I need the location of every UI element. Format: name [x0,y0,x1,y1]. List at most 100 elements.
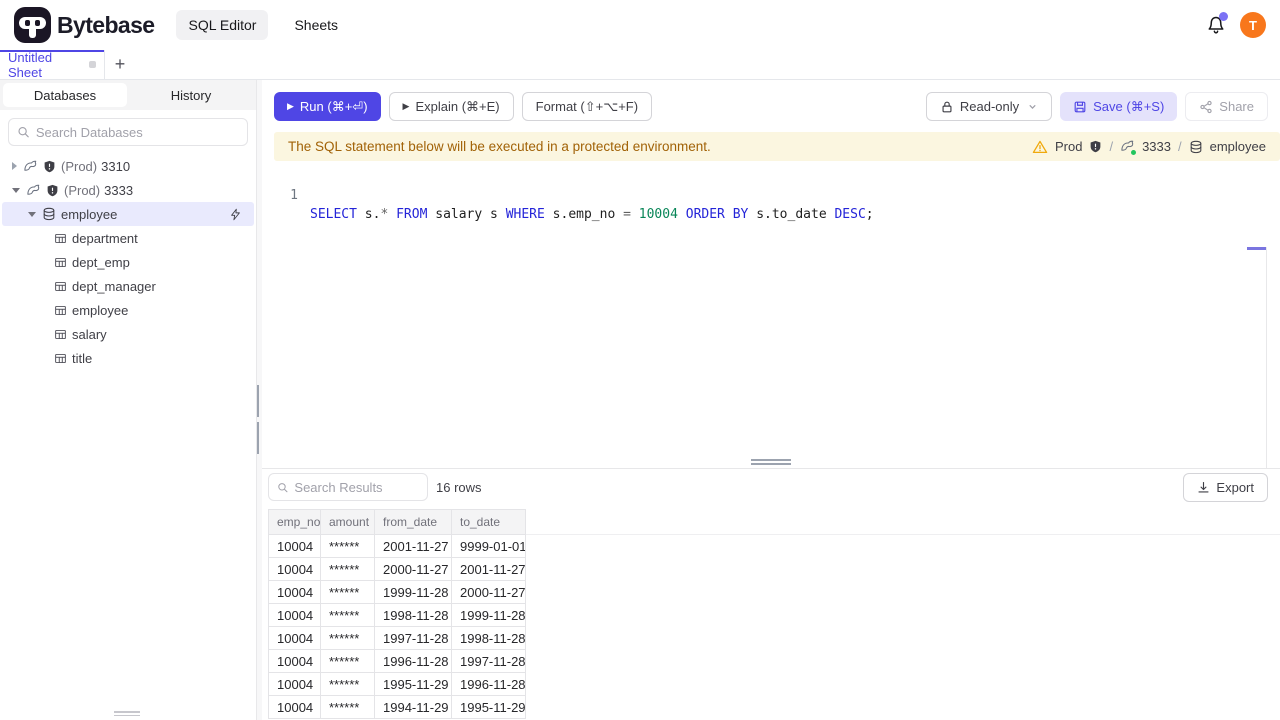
sql-token-plain: ; [865,207,874,222]
sql-token-kw: SELECT [310,207,357,222]
table-cell[interactable]: ****** [321,558,375,581]
table-cell[interactable]: 10004 [269,696,321,719]
table-cell[interactable]: 10004 [269,627,321,650]
results-search[interactable] [268,473,428,501]
tab-databases[interactable]: Databases [3,83,127,107]
tree-item-database-employee[interactable]: employee [2,202,254,226]
table-cell[interactable]: ****** [321,696,375,719]
environment-prefix: (Prod) [61,158,98,174]
sql-token-plain: s. [356,207,381,222]
table-cell[interactable]: ****** [321,673,375,696]
share-button[interactable]: Share [1185,92,1268,121]
table-cell[interactable]: ****** [321,604,375,627]
tab-untitled-sheet[interactable]: Untitled Sheet [0,50,105,80]
new-sheet-button[interactable]: + [105,50,135,79]
code-line[interactable]: 1 SELECT s.* FROM salary s WHERE s.emp_n… [262,167,1280,222]
table-cell[interactable]: 10004 [269,673,321,696]
shield-icon [1091,140,1101,153]
bytebase-logo-icon[interactable] [14,7,51,43]
readonly-mode-dropdown[interactable]: Read-only [925,92,1053,121]
tab-history[interactable]: History [129,83,253,107]
tree-item-table-salary[interactable]: salary [0,322,256,346]
table-cell[interactable]: 1995-11-29 [452,696,526,719]
table-cell[interactable]: 1997-11-28 [375,627,452,650]
nav-sql-editor[interactable]: SQL Editor [176,10,269,40]
table-icon [54,304,67,317]
lightning-icon[interactable] [229,208,242,221]
table-cell[interactable]: 2000-11-27 [375,558,452,581]
table-cell[interactable]: 10004 [269,558,321,581]
database-search-input[interactable] [35,124,239,140]
export-button[interactable]: Export [1183,472,1268,502]
table-row[interactable]: 10004 ****** 1999-11-28 2000-11-27 [269,581,526,604]
database-tree: (Prod) 3310 (Prod) 3333 employee department de… [0,154,256,370]
protected-environment-banner: The SQL statement below will be executed… [274,132,1280,161]
caret-right-icon[interactable] [12,162,17,170]
database-search[interactable] [8,118,248,146]
table-cell[interactable]: 1999-11-28 [452,604,526,627]
format-button[interactable]: Format (⇧+⌥+F) [521,92,653,121]
tree-item-label: 3333 [104,182,134,198]
table-cell[interactable]: 10004 [269,650,321,673]
table-cell[interactable]: 1994-11-29 [375,696,452,719]
nav-sheets[interactable]: Sheets [282,10,350,40]
results-table: emp_no amount from_date to_date 10004 ****** 2… [268,509,526,719]
tree-item-table-employee[interactable]: employee [0,298,256,322]
explain-button[interactable]: ▶ Explain (⌘+E) [388,92,514,121]
tree-item-table-dept_emp[interactable]: dept_emp [0,250,256,274]
table-row[interactable]: 10004 ****** 1995-11-29 1996-11-28 [269,673,526,696]
connection-breadcrumb: Prod / 3333 / employee [1032,139,1266,155]
table-row[interactable]: 10004 ****** 2001-11-27 9999-01-01 [269,535,526,558]
notification-bell-icon[interactable] [1206,12,1228,35]
tree-item-label: employee [72,302,129,318]
tree-item-table-title[interactable]: title [0,346,256,370]
column-header-from_date[interactable]: from_date [375,510,452,535]
sidebar-scrollbar-handle[interactable] [114,711,140,718]
results-resize-handle[interactable] [751,459,791,467]
avatar[interactable]: T [1240,12,1266,38]
table-row[interactable]: 10004 ****** 1998-11-28 1999-11-28 [269,604,526,627]
caret-down-icon[interactable] [12,187,20,193]
database-icon [42,207,56,221]
table-cell[interactable]: 2000-11-27 [452,581,526,604]
table-cell[interactable]: ****** [321,650,375,673]
column-header-emp_no[interactable]: emp_no [269,510,321,535]
table-cell[interactable]: 2001-11-27 [375,535,452,558]
table-cell[interactable]: ****** [321,627,375,650]
table-cell[interactable]: 1998-11-28 [375,604,452,627]
table-cell[interactable]: 1998-11-28 [452,627,526,650]
table-cell[interactable]: 10004 [269,581,321,604]
caret-down-icon[interactable] [28,211,36,217]
table-cell[interactable]: 1996-11-28 [452,673,526,696]
play-icon: ▶ [402,101,410,111]
tree-item-label: employee [61,206,118,222]
table-cell[interactable]: ****** [321,581,375,604]
results-search-input[interactable] [294,479,419,495]
table-row[interactable]: 10004 ****** 1997-11-28 1998-11-28 [269,627,526,650]
sql-editor[interactable]: 1 SELECT s.* FROM salary s WHERE s.emp_n… [262,161,1280,541]
column-header-amount[interactable]: amount [321,510,375,535]
header-rule [524,534,1280,535]
table-row[interactable]: 10004 ****** 1994-11-29 1995-11-29 [269,696,526,719]
shield-icon [46,184,59,197]
tree-item-table-dept_manager[interactable]: dept_manager [0,274,256,298]
table-cell[interactable]: 1995-11-29 [375,673,452,696]
save-button[interactable]: Save (⌘+S) [1060,92,1178,121]
table-cell[interactable]: 1996-11-28 [375,650,452,673]
table-row[interactable]: 10004 ****** 1996-11-28 1997-11-28 [269,650,526,673]
download-icon [1198,481,1209,493]
tree-item-table-department[interactable]: department [0,226,256,250]
table-cell[interactable]: 10004 [269,604,321,627]
column-header-to_date[interactable]: to_date [452,510,526,535]
table-cell[interactable]: 9999-01-01 [452,535,526,558]
table-cell[interactable]: 1999-11-28 [375,581,452,604]
table-cell[interactable]: 1997-11-28 [452,650,526,673]
table-cell[interactable]: ****** [321,535,375,558]
table-cell[interactable]: 10004 [269,535,321,558]
tree-item-instance-3310[interactable]: (Prod) 3310 [0,154,256,178]
run-button[interactable]: ▶ Run (⌘+⏎) [274,92,381,121]
table-cell[interactable]: 2001-11-27 [452,558,526,581]
table-row[interactable]: 10004 ****** 2000-11-27 2001-11-27 [269,558,526,581]
tree-item-instance-3333[interactable]: (Prod) 3333 [0,178,256,202]
sql-statement[interactable]: SELECT s.* FROM salary s WHERE s.emp_no … [310,205,874,224]
